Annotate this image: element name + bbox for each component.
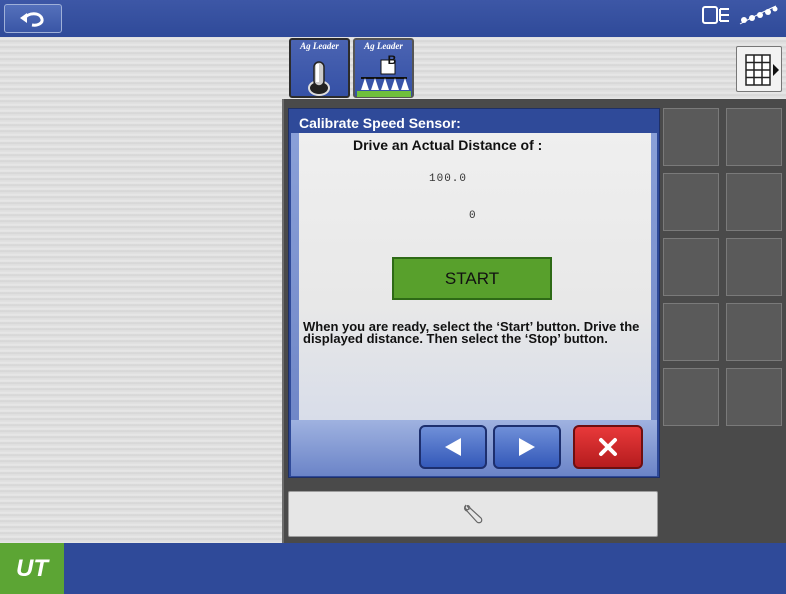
- left-triangle-icon: [445, 438, 461, 456]
- calibrate-speed-dialog: Calibrate Speed Sensor: Drive an Actual …: [288, 108, 660, 478]
- tab-badge: B: [387, 53, 397, 67]
- dialog-side-bar: [291, 133, 299, 431]
- sprayer-icon: [357, 59, 411, 97]
- empty-slot[interactable]: [726, 108, 782, 166]
- distance-label: Drive an Actual Distance of :: [353, 137, 543, 153]
- ut-logo[interactable]: UT: [0, 543, 64, 594]
- tab-ag-leader-sprayer[interactable]: Ag Leader B: [353, 38, 414, 98]
- close-x-icon: [599, 438, 617, 456]
- left-empty-panel: [0, 37, 282, 543]
- tab-ag-leader-joystick[interactable]: Ag Leader: [289, 38, 350, 98]
- grid-layout-icon: [745, 54, 779, 86]
- empty-slot[interactable]: [726, 368, 782, 426]
- start-button[interactable]: START: [392, 257, 552, 300]
- empty-slot[interactable]: [726, 173, 782, 231]
- tab-label: Ag Leader: [364, 41, 403, 51]
- bottom-bar: [0, 543, 786, 594]
- instructions-text: When you are ready, select the ‘Start’ b…: [303, 319, 640, 346]
- cancel-button[interactable]: [573, 425, 643, 469]
- signal-strength-icon[interactable]: [738, 4, 778, 26]
- implement-status-icon[interactable]: [702, 4, 730, 26]
- previous-button[interactable]: [419, 425, 487, 469]
- joystick-icon: [308, 61, 330, 96]
- current-distance-value: 0: [469, 210, 476, 222]
- right-triangle-icon: [519, 438, 535, 456]
- dialog-body: Drive an Actual Distance of : 100.0 0 ST…: [299, 133, 651, 420]
- settings-button[interactable]: [288, 491, 658, 537]
- empty-slot[interactable]: [663, 368, 719, 426]
- wrench-icon: [464, 504, 483, 524]
- target-distance-value: 100.0: [429, 173, 468, 185]
- tab-label: Ag Leader: [300, 41, 339, 51]
- empty-slot[interactable]: [726, 238, 782, 296]
- empty-slot[interactable]: [663, 173, 719, 231]
- undo-arrow-icon: [20, 11, 44, 27]
- back-button[interactable]: [4, 4, 62, 33]
- layout-grid-button[interactable]: [736, 46, 782, 92]
- next-button[interactable]: [493, 425, 561, 469]
- dialog-title: Calibrate Speed Sensor:: [299, 115, 461, 131]
- empty-slot[interactable]: [663, 238, 719, 296]
- empty-slot[interactable]: [663, 303, 719, 361]
- top-bar: [0, 0, 786, 37]
- empty-slot[interactable]: [726, 303, 782, 361]
- empty-slot[interactable]: [663, 108, 719, 166]
